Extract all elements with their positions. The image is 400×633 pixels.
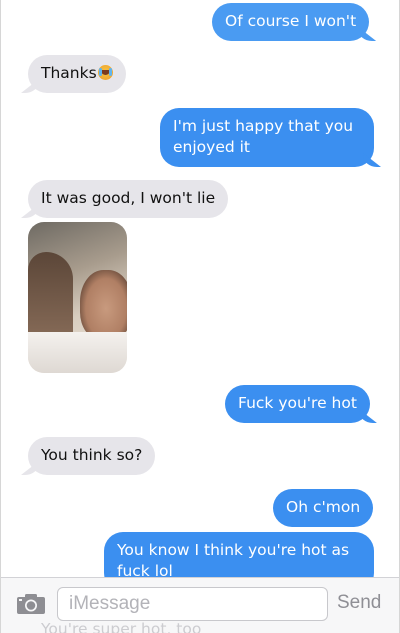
message-bubble-sent[interactable]: Fuck you're hot [225, 385, 370, 423]
crying-laughing-emoji-icon [97, 65, 113, 80]
message-text: You think so? [41, 446, 143, 464]
message-bubble-sent[interactable]: Of course I won't [212, 3, 370, 41]
photo-attachment[interactable] [28, 222, 127, 373]
photo-content [80, 270, 127, 340]
message-text: It was good, I won't lie [41, 189, 216, 207]
message-bubble-sent[interactable]: Oh c'mon [273, 489, 374, 527]
message-text-line: You know I think you're hot as [117, 541, 350, 559]
message-input-placeholder: iMessage [69, 593, 151, 614]
message-text: Of course I won't [225, 12, 357, 30]
message-text: Oh c'mon [286, 498, 361, 516]
message-text-partially-hidden: You're super hot, too [41, 620, 202, 633]
send-button[interactable]: Send [337, 592, 381, 614]
message-bubble-sent[interactable]: I'm just happy that you enjoyed it [160, 108, 374, 167]
message-text: Fuck you're hot [238, 394, 357, 412]
message-text-line: enjoyed it [173, 138, 251, 156]
message-text: Thanks [41, 64, 97, 82]
photo-content [28, 332, 127, 373]
message-text-line: I'm just happy that you [173, 117, 354, 135]
message-bubble-received[interactable]: It was good, I won't lie [28, 180, 229, 218]
message-bubble-received[interactable]: You think so? [28, 437, 156, 475]
message-input[interactable]: iMessage [57, 587, 328, 621]
message-thread: Of course I won't Thanks I'm just happy … [0, 0, 400, 633]
message-bubble-received[interactable]: Thanks [28, 55, 126, 93]
camera-icon[interactable] [16, 593, 46, 615]
